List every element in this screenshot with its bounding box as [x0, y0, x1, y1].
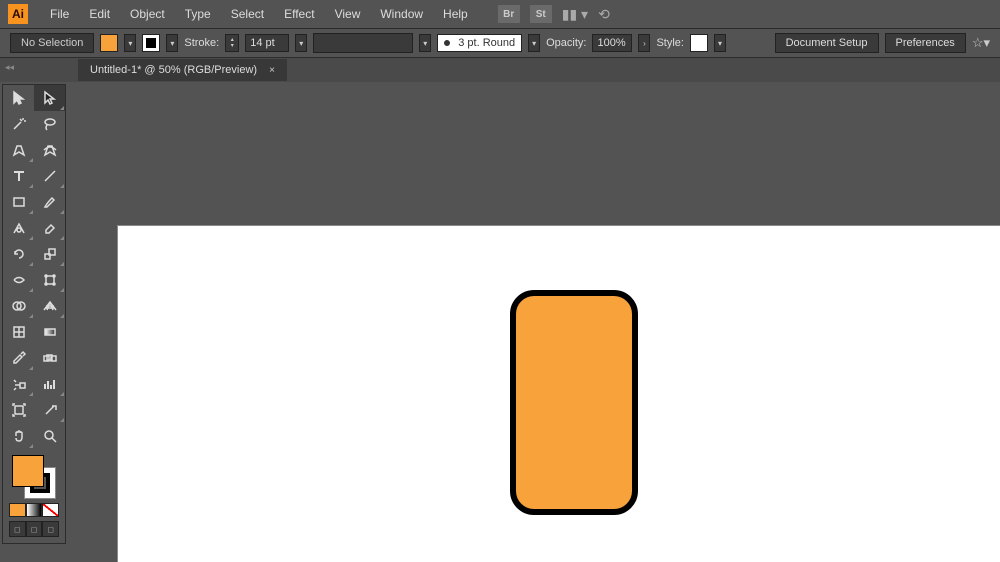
menu-help[interactable]: Help [433, 3, 478, 25]
artboard-tool[interactable] [3, 397, 34, 423]
draw-behind-icon[interactable]: ◻ [26, 521, 43, 537]
rounded-rectangle-shape[interactable] [510, 290, 638, 515]
type-tool[interactable] [3, 163, 34, 189]
draw-inside-icon[interactable]: ◻ [42, 521, 59, 537]
panel-collapse-icon[interactable]: ◂◂ [5, 62, 14, 73]
eraser-tool[interactable] [34, 215, 65, 241]
tab-close-icon[interactable]: × [269, 65, 275, 76]
brush-dot-icon [444, 40, 450, 46]
free-transform-tool[interactable] [34, 267, 65, 293]
shape-builder-tool[interactable] [3, 293, 34, 319]
hand-tool[interactable] [3, 423, 34, 449]
stroke-stepper[interactable]: ▴▾ [225, 34, 239, 52]
style-dropdown[interactable]: ▾ [714, 34, 726, 52]
paintbrush-tool[interactable] [34, 189, 65, 215]
opacity-label: Opacity: [546, 37, 586, 49]
column-graph-tool[interactable] [34, 371, 65, 397]
rotate-tool[interactable] [3, 241, 34, 267]
menu-right-group: Br St ▮▮ ▾ ⟲ [498, 5, 610, 23]
fill-swatch[interactable] [100, 34, 118, 52]
magic-wand-tool[interactable] [3, 111, 34, 137]
perspective-grid-tool[interactable] [34, 293, 65, 319]
brush-dropdown[interactable]: ▾ [528, 34, 540, 52]
opacity-dropdown[interactable]: › [638, 34, 650, 52]
menu-type[interactable]: Type [175, 3, 221, 25]
shaper-tool[interactable] [3, 215, 34, 241]
selection-status: No Selection [10, 33, 94, 53]
document-setup-button[interactable]: Document Setup [775, 33, 879, 53]
curvature-tool[interactable] [34, 137, 65, 163]
stroke-dropdown[interactable]: ▾ [166, 34, 178, 52]
none-mode-icon[interactable] [42, 503, 59, 517]
stroke-label: Stroke: [184, 37, 219, 49]
gradient-tool[interactable] [34, 319, 65, 345]
menu-select[interactable]: Select [221, 3, 274, 25]
variable-width-dropdown[interactable]: ▾ [419, 34, 431, 52]
slice-tool[interactable] [34, 397, 65, 423]
fill-color-box[interactable] [12, 455, 44, 487]
draw-normal-icon[interactable]: ◻ [9, 521, 26, 537]
rectangle-tool[interactable] [3, 189, 34, 215]
direct-selection-tool[interactable] [34, 85, 65, 111]
fill-stroke-indicator[interactable] [12, 455, 56, 499]
tab-title: Untitled-1* @ 50% (RGB/Preview) [90, 64, 257, 76]
menu-edit[interactable]: Edit [79, 3, 120, 25]
selection-tool[interactable] [3, 85, 34, 111]
gradient-mode-icon[interactable] [26, 503, 43, 517]
menu-bar: Ai File Edit Object Type Select Effect V… [0, 0, 1000, 28]
lasso-tool[interactable] [34, 111, 65, 137]
bridge-icon[interactable]: Br [498, 5, 520, 23]
color-mode-icon[interactable] [9, 503, 26, 517]
stock-icon[interactable]: St [530, 5, 552, 23]
symbol-sprayer-tool[interactable] [3, 371, 34, 397]
color-section: ◻ ◻ ◻ [3, 449, 65, 543]
style-label: Style: [656, 37, 684, 49]
menu-effect[interactable]: Effect [274, 3, 324, 25]
menu-window[interactable]: Window [370, 3, 433, 25]
tab-bar: Untitled-1* @ 50% (RGB/Preview) × [0, 58, 1000, 82]
pen-tool[interactable] [3, 137, 34, 163]
scale-tool[interactable] [34, 241, 65, 267]
artboard[interactable] [118, 226, 1000, 562]
menu-file[interactable]: File [40, 3, 79, 25]
blend-tool[interactable] [34, 345, 65, 371]
line-segment-tool[interactable] [34, 163, 65, 189]
app-logo: Ai [8, 4, 28, 24]
fill-dropdown[interactable]: ▾ [124, 34, 136, 52]
toolbox: ◻ ◻ ◻ [2, 84, 66, 544]
stroke-weight-dropdown[interactable]: ▾ [295, 34, 307, 52]
stroke-weight-input[interactable]: 14 pt [245, 34, 289, 52]
arrange-documents-icon[interactable]: ▮▮ ▾ [562, 6, 588, 23]
zoom-tool[interactable] [34, 423, 65, 449]
opacity-input[interactable]: 100% [592, 34, 632, 52]
document-tab[interactable]: Untitled-1* @ 50% (RGB/Preview) × [78, 59, 287, 81]
align-icon[interactable]: ☆▾ [972, 35, 990, 51]
brush-profile-label: 3 pt. Round [458, 37, 515, 49]
mesh-tool[interactable] [3, 319, 34, 345]
width-tool[interactable] [3, 267, 34, 293]
preferences-button[interactable]: Preferences [885, 33, 966, 53]
menu-object[interactable]: Object [120, 3, 175, 25]
menu-view[interactable]: View [325, 3, 371, 25]
brush-profile-input[interactable]: 3 pt. Round [437, 34, 522, 52]
variable-width-input[interactable] [313, 33, 413, 53]
style-swatch[interactable] [690, 34, 708, 52]
eyedropper-tool[interactable] [3, 345, 34, 371]
canvas-area[interactable] [78, 84, 1000, 562]
sync-icon[interactable]: ⟲ [598, 6, 610, 23]
stroke-swatch[interactable] [142, 34, 160, 52]
control-bar: No Selection ▾ ▾ Stroke: ▴▾ 14 pt ▾ ▾ 3 … [0, 28, 1000, 58]
